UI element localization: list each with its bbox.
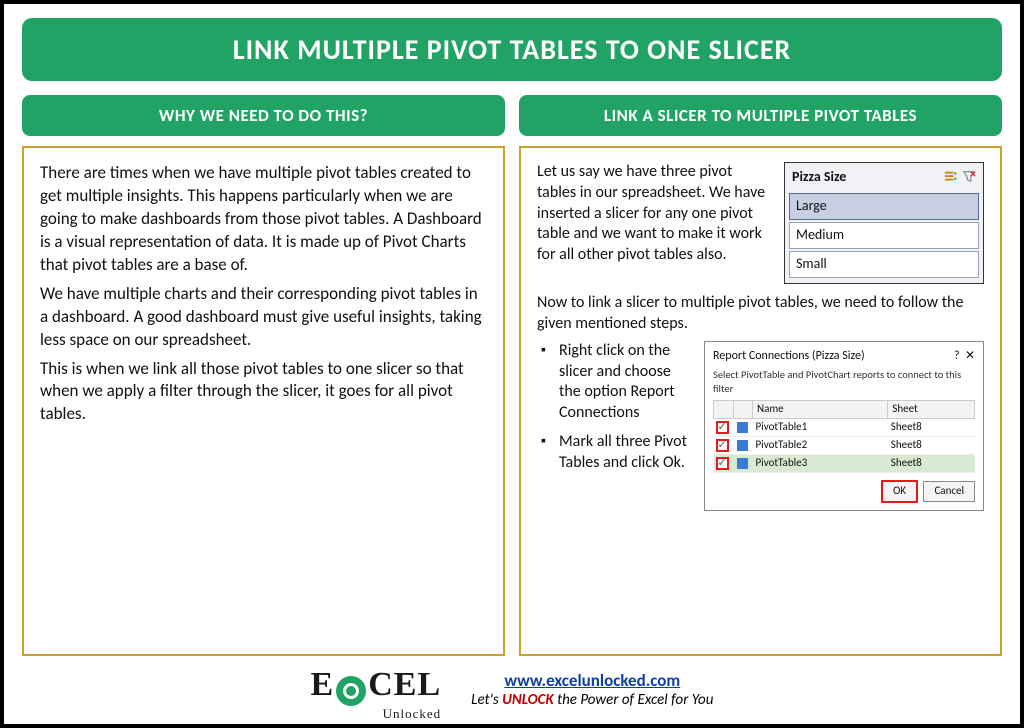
pivot-icon [737,458,748,469]
right-column: LINK A SLICER TO MULTIPLE PIVOT TABLES L… [519,95,1002,656]
slicer-option-small[interactable]: Small [789,251,979,278]
pivot-icon [737,440,748,451]
dialog-header-row: Name Sheet [714,401,975,419]
slicer-header: Pizza Size [788,166,980,191]
right-content: Let us say we have three pivot tables in… [519,146,1002,656]
footer-url[interactable]: www.excelunlocked.com [471,670,713,691]
logo-e: E [311,666,335,703]
checkbox-icon[interactable] [717,458,728,469]
tag-post: the Power of Excel for You [554,691,714,709]
dialog-title-bar: Report Connections (Pizza Size) ? ✕ [713,348,975,364]
slicer-title: Pizza Size [792,168,846,187]
dialog-row3-name: PivotTable3 [753,454,888,472]
step-1: Right click on the slicer and choose the… [541,341,694,424]
dialog-row2-sheet: Sheet8 [888,436,975,454]
left-heading: WHY WE NEED TO DO THIS? [22,95,505,136]
cancel-button[interactable]: Cancel [923,481,975,502]
pivot-icon [737,422,748,433]
logo: E CEL Unlocked [311,666,442,712]
tag-pre: Let's [471,691,502,709]
page-title: LINK MULTIPLE PIVOT TABLES TO ONE SLICER [22,18,1002,81]
tag-unlock: UNLOCK [502,691,554,709]
dialog-table: Name Sheet PivotTable1 Sheet8 Pi [713,400,975,472]
dialog-subtitle: Select PivotTable and PivotChart reports… [713,368,975,396]
left-content: There are times when we have multiple pi… [22,146,505,656]
steps-list: Right click on the slicer and choose the… [537,341,694,511]
dialog-row1-name: PivotTable1 [753,419,888,437]
clear-filter-icon[interactable] [962,170,976,184]
footer: E CEL Unlocked www.excelunlocked.com Let… [22,656,1002,716]
dialog-row-1[interactable]: PivotTable1 Sheet8 [714,419,975,437]
dialog-row-3[interactable]: PivotTable3 Sheet8 [714,454,975,472]
left-column: WHY WE NEED TO DO THIS? There are times … [22,95,505,656]
dialog-header-sheet: Sheet [888,401,975,419]
right-intro-text: Let us say we have three pivot tables in… [537,162,774,284]
columns: WHY WE NEED TO DO THIS? There are times … [22,95,1002,656]
dialog-row3-sheet: Sheet8 [888,454,975,472]
footer-tagline: Let's UNLOCK the Power of Excel for You [471,691,713,709]
dialog-help-icon[interactable]: ? ✕ [954,348,975,364]
logo-key-icon [336,676,366,706]
left-paragraph-2: We have multiple charts and their corres… [40,283,487,352]
right-intro-row: Let us say we have three pivot tables in… [537,162,984,284]
checkbox-icon[interactable] [717,440,728,451]
ok-button[interactable]: OK [882,481,917,502]
right-bridge-text: Now to link a slicer to multiple pivot t… [537,292,984,335]
footer-text: www.excelunlocked.com Let's UNLOCK the P… [471,670,713,709]
dialog-row2-name: PivotTable2 [753,436,888,454]
checkbox-icon[interactable] [717,422,728,433]
step-2: Mark all three Pivot Tables and click Ok… [541,432,694,474]
logo-cel: CEL [368,666,441,703]
dialog-row-2[interactable]: PivotTable2 Sheet8 [714,436,975,454]
left-paragraph-3: This is when we link all those pivot tab… [40,358,487,427]
dialog-title: Report Connections (Pizza Size) [713,348,865,364]
dialog-buttons: OK Cancel [713,481,975,502]
logo-sub: Unlocked [313,706,442,722]
dialog-row1-sheet: Sheet8 [888,419,975,437]
report-connections-dialog[interactable]: Report Connections (Pizza Size) ? ✕ Sele… [704,341,984,511]
right-heading: LINK A SLICER TO MULTIPLE PIVOT TABLES [519,95,1002,136]
left-paragraph-1: There are times when we have multiple pi… [40,162,487,277]
multi-select-icon[interactable] [944,170,958,184]
steps-row: Right click on the slicer and choose the… [537,341,984,511]
slicer-panel[interactable]: Pizza Size Large Medium Small [784,162,984,284]
slicer-option-medium[interactable]: Medium [789,222,979,249]
dialog-header-name: Name [753,401,888,419]
slicer-option-large[interactable]: Large [789,193,979,220]
